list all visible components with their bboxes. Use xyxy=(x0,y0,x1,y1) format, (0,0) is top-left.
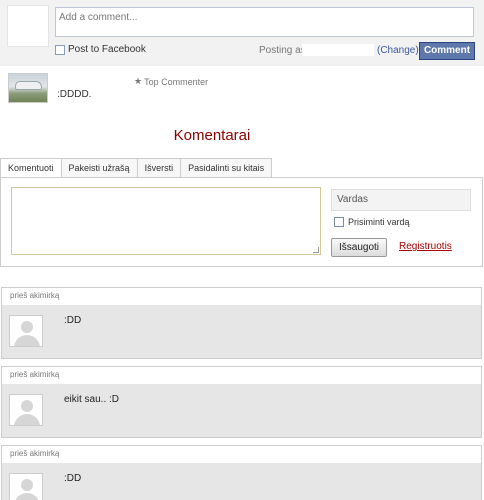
tab-isversti[interactable]: Išversti xyxy=(137,158,182,178)
default-avatar-icon xyxy=(9,315,43,347)
user-avatar xyxy=(7,5,49,47)
remember-name-label: Prisiminti vardą xyxy=(348,217,410,227)
change-link[interactable]: (Change) xyxy=(377,45,419,56)
commenter-avatar[interactable] xyxy=(8,73,48,103)
comment-time: prieš akimirką xyxy=(2,288,481,305)
tab-pasidalinti[interactable]: Pasidalinti su kitais xyxy=(181,158,273,178)
comment-input[interactable]: Add a comment... xyxy=(55,7,474,37)
facebook-comment-box: Add a comment... Post to Facebook Postin… xyxy=(0,0,484,66)
star-icon: ★ xyxy=(134,76,143,86)
checkbox-icon[interactable] xyxy=(334,217,344,227)
comment-textarea[interactable] xyxy=(11,187,321,255)
comment-form: Vardas Prisiminti vardą Išsaugoti Regist… xyxy=(0,177,483,267)
posting-as-label: Posting as xyxy=(259,45,306,56)
checkbox-icon[interactable] xyxy=(55,44,65,55)
comment-time: prieš akimirką xyxy=(2,446,481,463)
fb-comment-text: :DDDD. xyxy=(57,89,92,100)
comment-item: prieš akimirką :DD xyxy=(1,287,482,359)
post-to-facebook-label: Post to Facebook xyxy=(68,44,146,55)
comment-text: eikit sau.. :D xyxy=(64,394,120,405)
default-avatar-icon xyxy=(9,473,43,500)
comment-tabs: Komentuoti Pakeisti užrašą Išversti Pasi… xyxy=(0,158,273,178)
top-commenter-label: Top Commenter xyxy=(144,76,209,87)
comment-text: :DD xyxy=(64,315,82,326)
comment-time: prieš akimirką xyxy=(2,367,481,384)
resize-handle-icon[interactable] xyxy=(313,247,319,253)
name-input[interactable]: Vardas xyxy=(331,189,471,211)
register-link[interactable]: Registruotis xyxy=(399,241,452,252)
tab-komentuoti[interactable]: Komentuoti xyxy=(0,158,62,178)
comment-body: :DD xyxy=(2,463,481,500)
save-button[interactable]: Išsaugoti xyxy=(331,238,387,257)
tab-pakeisti-uzrasa[interactable]: Pakeisti užrašą xyxy=(61,158,138,178)
section-title: Komentarai xyxy=(173,127,251,144)
comment-item: prieš akimirką eikit sau.. :D xyxy=(1,366,482,438)
remember-name-checkbox[interactable]: Prisiminti vardą xyxy=(334,217,410,227)
post-to-facebook-checkbox[interactable]: Post to Facebook xyxy=(55,44,146,55)
default-avatar-icon xyxy=(9,394,43,426)
comment-body: :DD xyxy=(2,305,481,358)
comment-item: prieš akimirką :DD xyxy=(1,445,482,500)
comment-button[interactable]: Comment xyxy=(419,42,475,60)
car-image-icon xyxy=(15,81,42,90)
top-commenter-badge: ★ Top Commenter xyxy=(134,76,208,87)
comment-text: :DD xyxy=(64,473,82,484)
comment-body: eikit sau.. :D xyxy=(2,384,481,437)
posting-as-name xyxy=(302,44,374,56)
